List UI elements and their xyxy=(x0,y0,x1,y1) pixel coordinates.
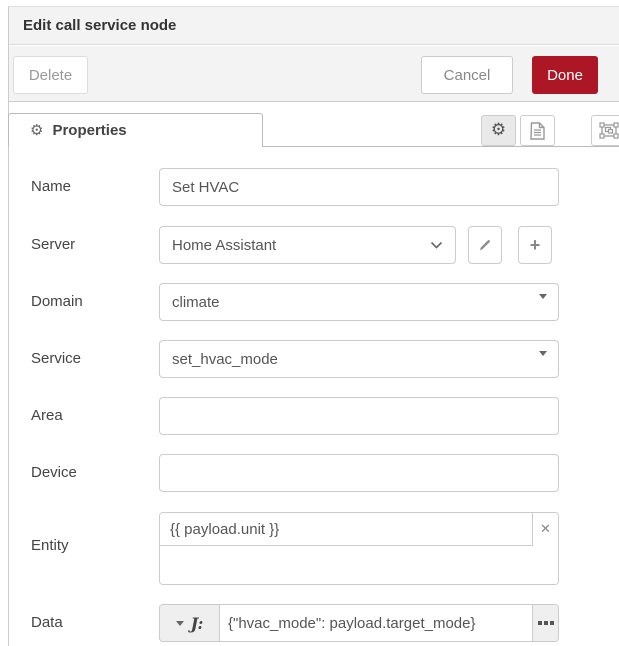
plus-icon: + xyxy=(530,235,541,256)
area-label: Area xyxy=(31,407,149,424)
add-server-button[interactable]: + xyxy=(518,226,552,264)
data-input[interactable] xyxy=(220,605,532,641)
delete-button[interactable]: Delete xyxy=(13,56,88,94)
edit-dialog: Edit call service node Delete Cancel Don… xyxy=(8,6,619,646)
entity-label: Entity xyxy=(31,537,149,554)
gear-icon: ⚙ xyxy=(491,122,506,139)
expand-data-editor-button[interactable] xyxy=(532,605,558,641)
edit-server-button[interactable] xyxy=(468,226,502,264)
cancel-button[interactable]: Cancel xyxy=(421,56,513,94)
caret-down-icon xyxy=(176,621,184,626)
device-label: Device xyxy=(31,464,149,481)
caret-down-icon[interactable] xyxy=(539,356,547,374)
dialog-header: Edit call service node xyxy=(9,7,619,45)
server-label: Server xyxy=(31,236,149,253)
entity-input[interactable] xyxy=(160,513,533,545)
ellipsis-icon xyxy=(538,621,554,625)
server-select-value: Home Assistant xyxy=(172,237,276,254)
close-icon: ✕ xyxy=(540,522,551,537)
data-type-selector[interactable]: J: xyxy=(160,605,220,641)
domain-label: Domain xyxy=(31,293,149,310)
document-icon xyxy=(530,122,545,140)
appearance-tab-button[interactable] xyxy=(591,115,619,146)
done-button[interactable]: Done xyxy=(532,56,598,94)
dialog-tabbar: ⚙ Properties ⚙ xyxy=(9,103,619,151)
entity-row-empty[interactable] xyxy=(160,546,558,585)
pencil-icon xyxy=(478,238,492,252)
name-label: Name xyxy=(31,178,149,195)
jsonata-expression-icon: J: xyxy=(191,614,204,633)
data-typed-input: J: xyxy=(159,604,559,642)
properties-form: Name Server Home Assistant + xyxy=(9,151,619,646)
object-group-icon xyxy=(599,122,619,139)
domain-input[interactable] xyxy=(159,283,559,321)
entity-row: ✕ xyxy=(160,513,558,546)
remove-entity-button[interactable]: ✕ xyxy=(532,513,558,546)
screen: Edit call service node Delete Cancel Don… xyxy=(0,0,619,646)
service-label: Service xyxy=(31,350,149,367)
caret-down-icon[interactable] xyxy=(539,299,547,317)
gear-icon: ⚙ xyxy=(30,123,43,138)
entity-list: ✕ xyxy=(159,512,559,585)
service-input[interactable] xyxy=(159,340,559,378)
tab-properties[interactable]: ⚙ Properties xyxy=(8,113,263,147)
device-input[interactable] xyxy=(159,454,559,492)
tab-properties-label: Properties xyxy=(52,122,126,139)
server-select[interactable]: Home Assistant xyxy=(159,226,456,264)
area-input[interactable] xyxy=(159,397,559,435)
service-field xyxy=(159,340,559,378)
name-input[interactable] xyxy=(159,168,559,206)
dialog-toolbar: Delete Cancel Done xyxy=(9,46,619,102)
properties-tab-button[interactable]: ⚙ xyxy=(481,115,516,146)
description-tab-button[interactable] xyxy=(520,115,555,146)
dialog-title: Edit call service node xyxy=(23,7,176,45)
chevron-down-icon xyxy=(430,241,443,249)
data-label: Data xyxy=(31,614,149,631)
domain-field xyxy=(159,283,559,321)
